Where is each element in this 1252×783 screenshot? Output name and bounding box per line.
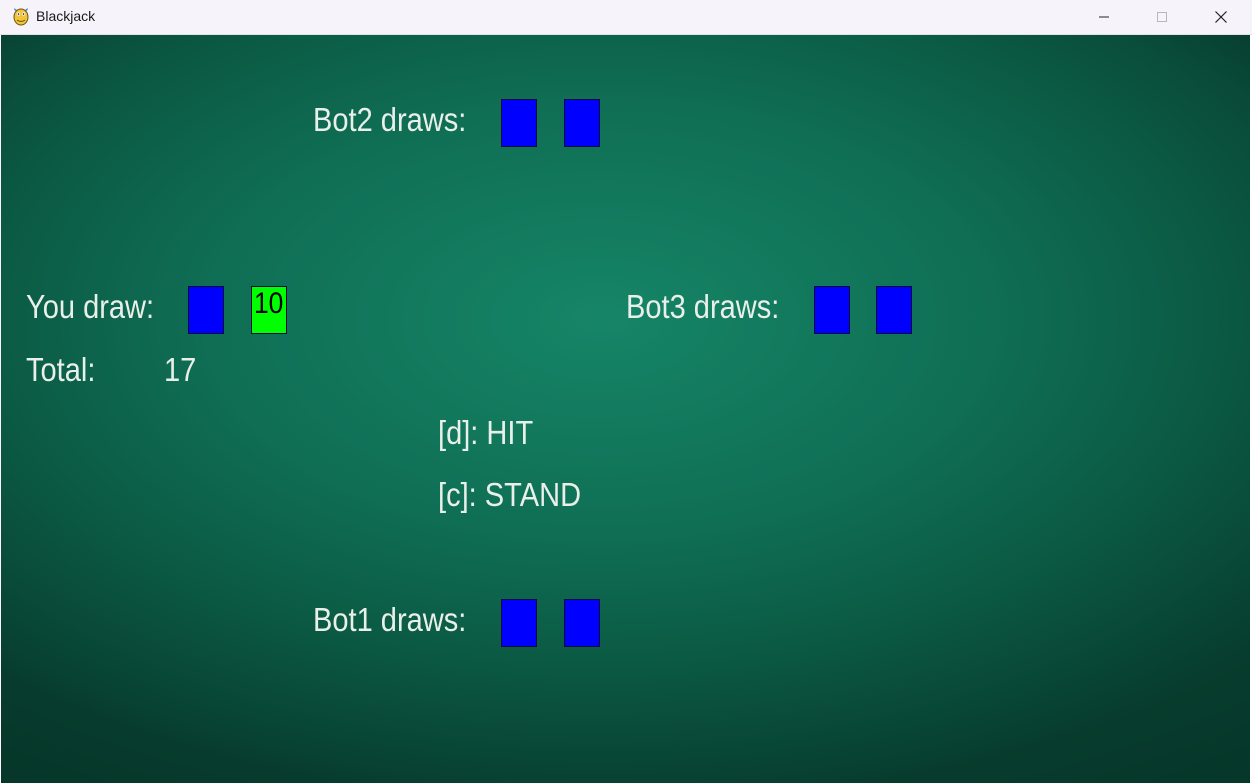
bot3-card-2-hidden	[876, 286, 912, 334]
bot2-label: Bot2 draws:	[313, 101, 467, 138]
player-card-2-face: 10	[251, 286, 287, 334]
total-label: Total:	[26, 351, 96, 388]
title-bar[interactable]: Blackjack	[0, 0, 1252, 35]
close-icon	[1215, 11, 1227, 23]
close-button[interactable]	[1192, 0, 1250, 34]
player-card-1-hidden	[188, 286, 224, 334]
bot1-label: Bot1 draws:	[313, 601, 467, 638]
player-card-2-value: 10	[254, 287, 284, 320]
stand-instruction: [c]: STAND	[438, 476, 582, 513]
window-title: Blackjack	[36, 8, 96, 24]
hit-instruction: [d]: HIT	[438, 414, 534, 451]
pygame-snake-icon	[13, 8, 29, 26]
bot2-card-2-hidden	[564, 99, 600, 147]
maximize-button[interactable]	[1133, 0, 1191, 34]
player-label: You draw:	[26, 288, 155, 325]
bot2-card-1-hidden	[501, 99, 537, 147]
blackjack-window: Blackjack Bot2 draws: You draw: 10 Total…	[0, 0, 1252, 783]
minimize-button[interactable]	[1075, 0, 1133, 34]
maximize-icon	[1157, 12, 1167, 22]
bot1-card-1-hidden	[501, 599, 537, 647]
minimize-icon	[1099, 16, 1109, 18]
game-table[interactable]: Bot2 draws: You draw: 10 Total: 17 Bot3 …	[1, 35, 1250, 783]
total-value: 17	[164, 351, 197, 388]
bot1-card-2-hidden	[564, 599, 600, 647]
bot3-label: Bot3 draws:	[626, 288, 780, 325]
bot3-card-1-hidden	[814, 286, 850, 334]
